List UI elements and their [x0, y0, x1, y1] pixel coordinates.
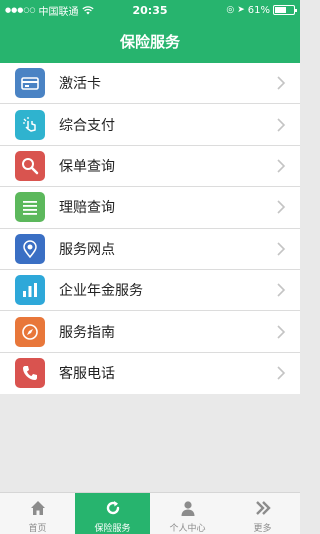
- status-bar: ●●●○○ 中国联通 20:35 ◎ ➤ 61%: [0, 0, 300, 20]
- menu-item-policy-query[interactable]: 保单查询: [0, 146, 300, 188]
- bar-chart-icon: [15, 275, 45, 306]
- list-icon: [15, 192, 45, 223]
- battery-percent: 61%: [247, 4, 270, 16]
- person-icon: [181, 501, 194, 516]
- chevron-right-icon: [277, 118, 286, 132]
- chevron-right-icon: [277, 159, 286, 173]
- magnifier-icon: [15, 150, 45, 181]
- service-menu: 激活卡 综合支付 保单查询 理赔查询 服务网点 企业年金服务 服务指南 客服电话: [0, 63, 300, 394]
- tab-home[interactable]: 首页: [0, 493, 75, 534]
- card-icon: [15, 68, 45, 99]
- tab-label: 更多: [253, 524, 272, 534]
- chevron-right-icon: [277, 283, 286, 297]
- tab-more[interactable]: 更多: [225, 493, 300, 534]
- wifi-icon: [81, 5, 94, 14]
- menu-item-claim-query[interactable]: 理赔查询: [0, 187, 300, 229]
- menu-item-label: 综合支付: [59, 117, 115, 134]
- menu-item-service-outlets[interactable]: 服务网点: [0, 229, 300, 270]
- battery-icon: [273, 5, 297, 15]
- location-pin-icon: [15, 233, 45, 264]
- phone-icon: [15, 358, 45, 389]
- chevron-right-icon: [277, 324, 286, 339]
- nav-bar: 保险服务: [0, 20, 300, 63]
- location-arrow-icon: ➤: [237, 5, 245, 15]
- tap-icon: [15, 109, 45, 140]
- tab-bar: 首页 保险服务 个人中心 更多: [0, 492, 300, 534]
- menu-item-label: 激活卡: [59, 76, 101, 93]
- menu-item-label: 服务网点: [59, 241, 115, 258]
- tab-insurance-service[interactable]: 保险服务: [75, 493, 150, 534]
- tab-personal-center[interactable]: 个人中心: [150, 493, 225, 534]
- lock-rotation-icon: ◎: [226, 5, 235, 15]
- home-icon: [30, 501, 45, 515]
- menu-item-label: 保单查询: [59, 158, 115, 175]
- menu-item-activate-card[interactable]: 激活卡: [0, 63, 300, 105]
- tab-label: 个人中心: [169, 524, 206, 534]
- double-chevron-icon: [255, 501, 271, 515]
- compass-icon: [15, 316, 45, 347]
- signal-strength-icon: ●●●○○: [5, 6, 36, 14]
- refresh-icon: [106, 501, 119, 515]
- menu-item-customer-hotline[interactable]: 客服电话: [0, 353, 300, 394]
- menu-item-label: 理赔查询: [59, 200, 115, 217]
- menu-item-label: 服务指南: [59, 324, 115, 341]
- chevron-right-icon: [277, 200, 286, 214]
- tab-label: 保险服务: [94, 524, 131, 534]
- menu-item-payment[interactable]: 综合支付: [0, 104, 300, 146]
- tab-label: 首页: [28, 524, 47, 534]
- menu-item-service-guide[interactable]: 服务指南: [0, 311, 300, 353]
- menu-item-enterprise-annuity[interactable]: 企业年金服务: [0, 270, 300, 312]
- menu-item-label: 企业年金服务: [59, 283, 143, 300]
- menu-item-label: 客服电话: [59, 366, 115, 383]
- carrier-name: 中国联通: [38, 6, 79, 18]
- chevron-right-icon: [277, 366, 286, 380]
- chevron-right-icon: [277, 242, 286, 256]
- page-title: 保险服务: [119, 33, 180, 51]
- chevron-right-icon: [277, 76, 286, 90]
